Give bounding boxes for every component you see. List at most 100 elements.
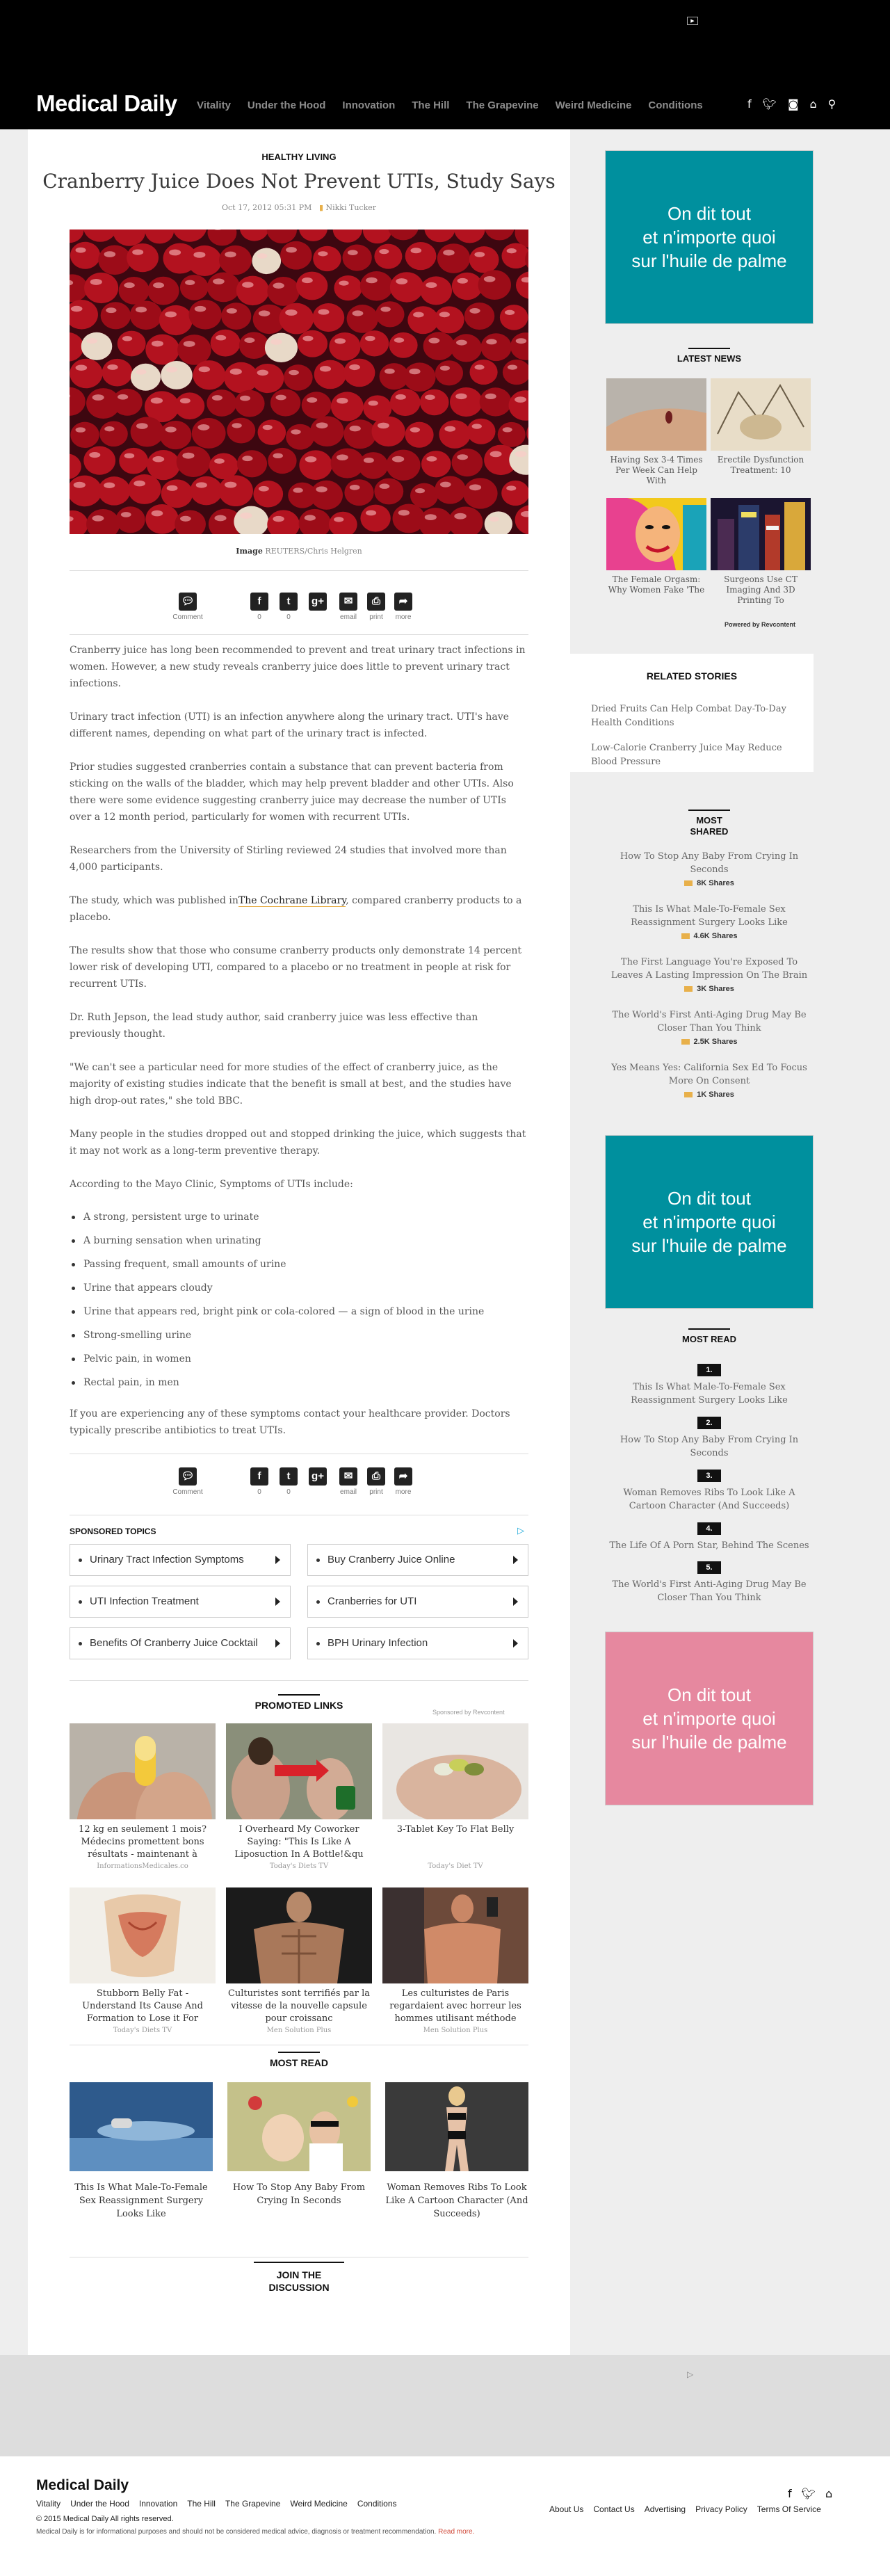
promoted-link-card[interactable]: Stubborn Belly Fat - Understand Its Caus…: [70, 1887, 216, 2034]
related-story-link[interactable]: Dried Fruits Can Help Combat Day-To-Day …: [591, 702, 800, 730]
nav-item-under-the-hood[interactable]: Under the Hood: [248, 99, 326, 111]
latest-news-card[interactable]: Surgeons Use CT Imaging And 3D Printing …: [711, 498, 811, 607]
ad-choices-icon[interactable]: ▷: [517, 1526, 524, 1536]
bottom-ad-band[interactable]: [0, 2355, 890, 2456]
email-share-button[interactable]: ✉ email: [337, 1467, 360, 1496]
most-read-sidebar-item[interactable]: 5. The World's First Anti-Aging Drug May…: [605, 1559, 814, 1604]
home-icon[interactable]: ⌂: [825, 2487, 832, 2500]
nav-item-the-hill[interactable]: The Hill: [412, 99, 449, 111]
article-paragraph: Urinary tract infection (UTI) is an infe…: [70, 711, 509, 739]
comment-button[interactable]: 💬︎ Comment: [167, 1467, 209, 1496]
footer-nav-item[interactable]: The Hill: [187, 2499, 216, 2509]
sponsored-topic-button[interactable]: UTI Infection Treatment: [70, 1586, 291, 1618]
print-button[interactable]: ⎙ print: [366, 593, 387, 621]
footer-link-terms[interactable]: Terms Of Service: [757, 2504, 821, 2514]
facebook-icon[interactable]: f: [788, 2487, 792, 2500]
most-read-card[interactable]: Woman Removes Ribs To Look Like A Cartoo…: [385, 2082, 528, 2221]
footer-nav-item[interactable]: Under the Hood: [70, 2499, 129, 2509]
footer-logo[interactable]: Medical Daily: [36, 2477, 129, 2494]
twitter-share-button[interactable]: t0: [278, 1467, 299, 1496]
nav-item-the-grapevine[interactable]: The Grapevine: [466, 99, 538, 111]
email-share-button[interactable]: ✉ email: [337, 593, 360, 621]
facebook-share-button[interactable]: f0: [249, 593, 270, 621]
latest-news-card[interactable]: Erectile Dysfunction Treatment: 10: [711, 378, 811, 488]
most-read-card[interactable]: This Is What Male-To-Female Sex Reassign…: [70, 2082, 213, 2221]
most-read-sidebar-title: This Is What Male-To-Female Sex Reassign…: [631, 1382, 788, 1406]
ad-choices-icon[interactable]: ▶: [687, 17, 698, 25]
footer-nav-item[interactable]: The Grapevine: [225, 2499, 280, 2509]
sponsored-topic-button[interactable]: Urinary Tract Infection Symptoms: [70, 1544, 291, 1576]
promoted-link-card[interactable]: Culturistes sont terrifiés par la vitess…: [226, 1887, 372, 2034]
share-icon: [681, 1039, 690, 1045]
facebook-share-button[interactable]: f0: [249, 1467, 270, 1496]
footer-link-about[interactable]: About Us: [549, 2504, 583, 2514]
google-plus-share-button[interactable]: g+: [307, 593, 328, 613]
sponsored-topics-label: SPONSORED TOPICS: [70, 1527, 156, 1536]
article-paragraph: Cranberry juice has long been recommende…: [70, 645, 526, 689]
most-shared-item[interactable]: Yes Means Yes: California Sex Ed To Focu…: [605, 1061, 814, 1099]
related-story-link[interactable]: Low-Calorie Cranberry Juice May Reduce B…: [591, 741, 800, 769]
most-shared-title: The World's First Anti-Aging Drug May Be…: [612, 1010, 807, 1033]
search-icon[interactable]: ⚲: [828, 98, 836, 111]
sponsored-topic-button[interactable]: Cranberries for UTI: [307, 1586, 528, 1618]
promoted-link-card[interactable]: 3-Tablet Key To Flat Belly Today's Diet …: [382, 1723, 528, 1870]
cochrane-library-link[interactable]: The Cochrane Library: [238, 895, 346, 907]
most-shared-label: MOST SHARED: [605, 810, 814, 837]
instagram-icon[interactable]: ◙: [788, 98, 799, 111]
promo-title: Culturistes sont terrifiés par la vitess…: [227, 1988, 371, 2024]
powered-by-revcontent[interactable]: Powered by Revcontent: [725, 621, 795, 628]
footer-nav-item[interactable]: Conditions: [357, 2499, 397, 2509]
footer-nav-item[interactable]: Vitality: [36, 2499, 60, 2509]
share-count: 1K Shares: [605, 1090, 814, 1099]
latest-news-card[interactable]: The Female Orgasm: Why Women Fake 'The: [606, 498, 706, 607]
footer-link-advertising[interactable]: Advertising: [645, 2504, 686, 2514]
most-read-card[interactable]: How To Stop Any Baby From Crying In Seco…: [227, 2082, 371, 2207]
ad-choices-icon[interactable]: ▷: [687, 2369, 693, 2379]
promoted-link-card[interactable]: I Overheard My Coworker Saying: "This Is…: [226, 1723, 372, 1870]
sidebar-ad[interactable]: On dit tout et n'importe quoi sur l'huile …: [605, 1135, 814, 1309]
nav-item-weird-medicine[interactable]: Weird Medicine: [556, 99, 632, 111]
promo-source: Today's Diet TV: [428, 1862, 483, 1870]
twitter-share-button[interactable]: t0: [278, 593, 299, 621]
sponsored-topic-button[interactable]: BPH Urinary Infection: [307, 1627, 528, 1659]
most-shared-item[interactable]: The First Language You're Exposed To Lea…: [605, 956, 814, 993]
footer-nav-item[interactable]: Weird Medicine: [290, 2499, 347, 2509]
footer-link-contact[interactable]: Contact Us: [593, 2504, 634, 2514]
comment-icon: 💬︎: [179, 1467, 197, 1486]
most-read-sidebar-item[interactable]: 2. How To Stop Any Baby From Crying In S…: [605, 1415, 814, 1460]
footer-link-privacy[interactable]: Privacy Policy: [695, 2504, 747, 2514]
most-shared-item[interactable]: How To Stop Any Baby From Crying In Seco…: [605, 850, 814, 887]
print-button[interactable]: ⎙ print: [366, 1467, 387, 1496]
latest-news-card[interactable]: Having Sex 3-4 Times Per Week Can Help W…: [606, 378, 706, 488]
promoted-link-card[interactable]: 12 kg en seulement 1 mois? Médecins prom…: [70, 1723, 216, 1870]
most-shared-item[interactable]: The World's First Anti-Aging Drug May Be…: [605, 1008, 814, 1046]
site-logo[interactable]: Medical Daily: [36, 90, 177, 117]
sponsored-topic-button[interactable]: Benefits Of Cranberry Juice Cocktail: [70, 1627, 291, 1659]
most-read-sidebar-item[interactable]: 3. Woman Removes Ribs To Look Like A Car…: [605, 1467, 814, 1513]
article-paragraph: Dr. Ruth Jepson, the lead study author, …: [70, 1012, 478, 1040]
article-category[interactable]: HEALTHY LIVING: [28, 152, 570, 162]
google-plus-share-button[interactable]: g+: [307, 1467, 328, 1488]
most-read-sidebar-item[interactable]: 1. This Is What Male-To-Female Sex Reass…: [605, 1362, 814, 1407]
footer-nav-item[interactable]: Innovation: [139, 2499, 177, 2509]
most-shared-item[interactable]: This Is What Male-To-Female Sex Reassign…: [605, 903, 814, 940]
sponsored-by-label[interactable]: Sponsored by Revcontent: [432, 1709, 505, 1716]
home-icon[interactable]: ⌂: [809, 98, 816, 111]
most-read-sidebar-item[interactable]: 4. The Life Of A Porn Star, Behind The S…: [605, 1520, 814, 1552]
nav-item-vitality[interactable]: Vitality: [197, 99, 231, 111]
read-more-link[interactable]: Read more.: [438, 2528, 474, 2536]
more-share-button[interactable]: ➦ more: [392, 1467, 414, 1496]
promoted-link-card[interactable]: Les culturistes de Paris regardaient ave…: [382, 1887, 528, 2034]
twitter-icon[interactable]: 🐦︎: [802, 2487, 816, 2500]
more-share-button[interactable]: ➦ more: [392, 593, 414, 621]
facebook-icon[interactable]: f: [747, 98, 752, 111]
print-icon: ⎙: [367, 1467, 385, 1486]
nav-item-innovation[interactable]: Innovation: [342, 99, 395, 111]
sidebar-ad[interactable]: On dit tout et n'importe quoi sur l'huile …: [605, 1632, 814, 1805]
comment-button[interactable]: 💬︎ Comment: [167, 593, 209, 621]
sidebar-ad[interactable]: On dit tout et n'importe quoi sur l'huile …: [605, 150, 814, 324]
article-author[interactable]: Nikki Tucker: [326, 203, 377, 212]
sponsored-topic-button[interactable]: Buy Cranberry Juice Online: [307, 1544, 528, 1576]
twitter-icon[interactable]: 🐦︎: [763, 98, 777, 111]
nav-item-conditions[interactable]: Conditions: [648, 99, 702, 111]
